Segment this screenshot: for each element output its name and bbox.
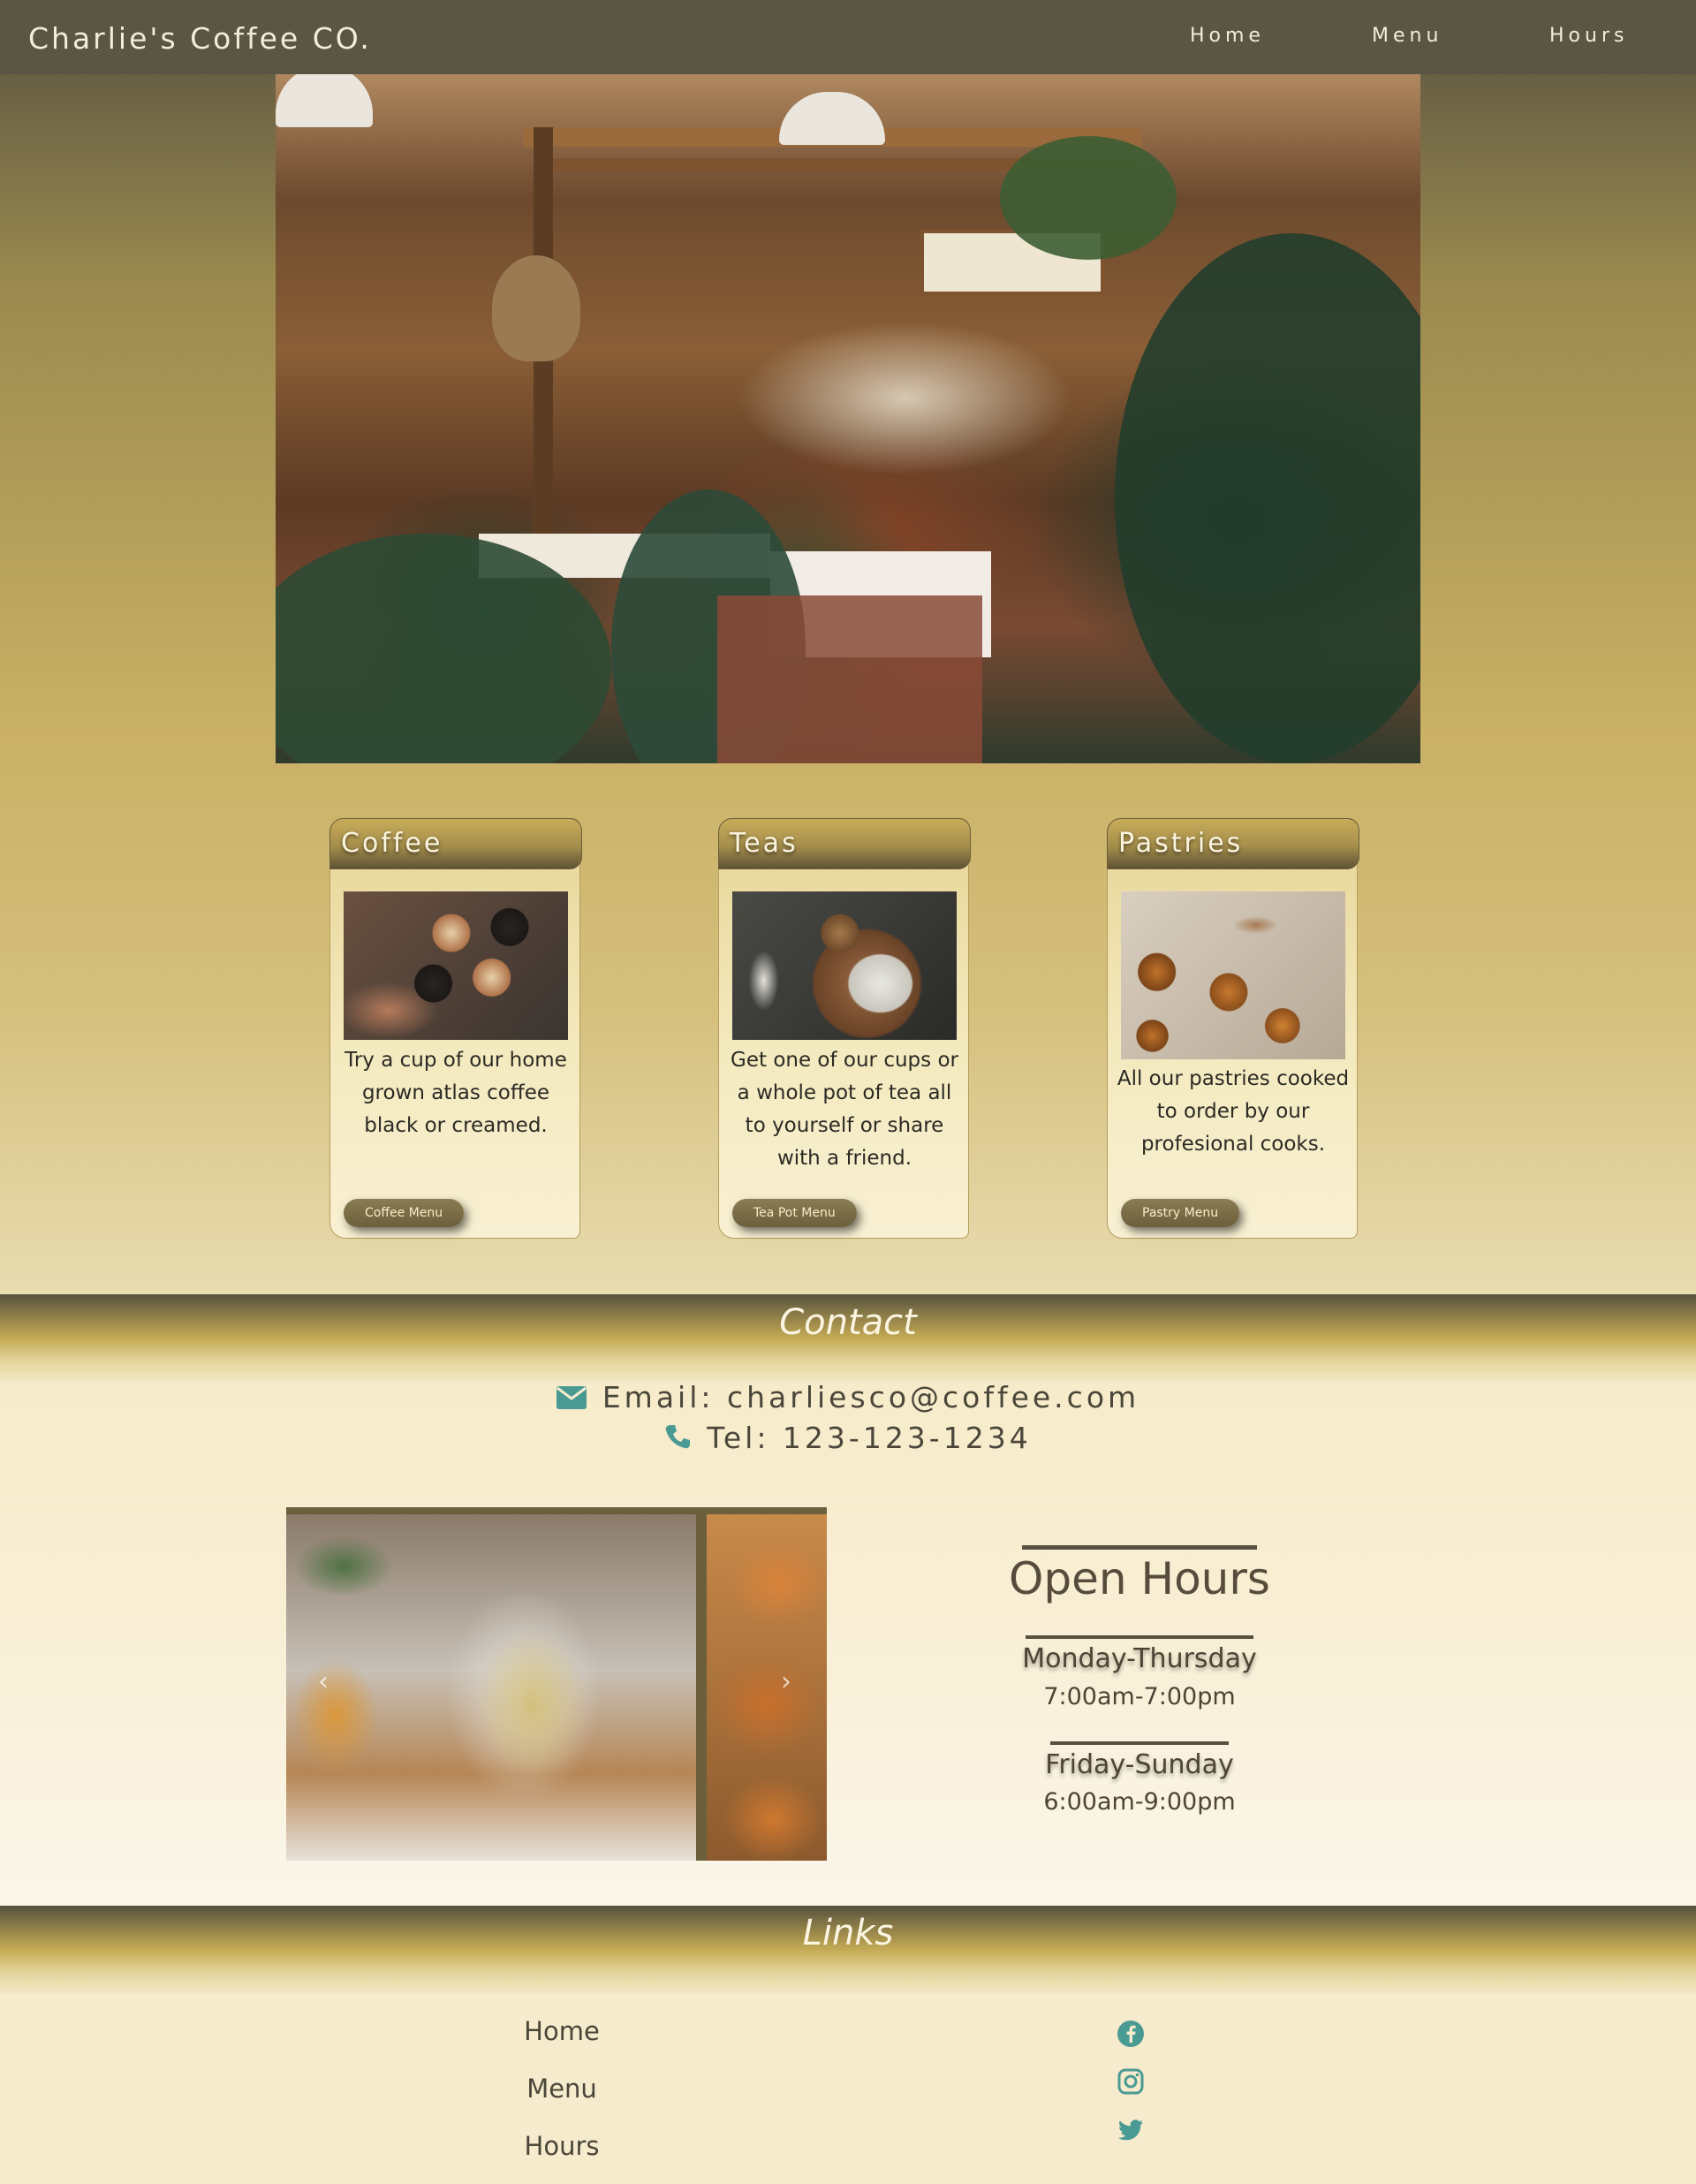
- card-text: Get one of our cups or a whole pot of te…: [731, 1049, 958, 1170]
- links-title: Links: [802, 1913, 894, 1953]
- coffee-image: [344, 891, 568, 1040]
- card-header: Teas: [718, 818, 971, 869]
- footer-link-menu[interactable]: Menu: [473, 2074, 650, 2104]
- card-title: Coffee: [341, 828, 443, 859]
- contact-phone-line: Tel: 123-123-1234: [0, 1421, 1696, 1457]
- card-header: Pastries: [1107, 818, 1359, 869]
- nav-menu[interactable]: Menu: [1372, 25, 1442, 47]
- facebook-icon[interactable]: [1117, 2020, 1145, 2048]
- footer-link-home[interactable]: Home: [473, 2016, 650, 2046]
- card-title: Teas: [730, 828, 799, 859]
- hours-divider: [1022, 1545, 1257, 1550]
- instagram-icon[interactable]: [1117, 2067, 1145, 2096]
- brand-logo[interactable]: Charlie's Coffee CO.: [28, 21, 372, 56]
- hours-weekend: Friday-Sunday: [1045, 1749, 1234, 1780]
- links-section: [0, 1994, 1696, 2184]
- hours-divider: [1050, 1741, 1229, 1745]
- card-pastries: Pastries All our pastries cooked to orde…: [1107, 818, 1359, 1239]
- nav-home[interactable]: Home: [1190, 25, 1265, 47]
- twitter-icon[interactable]: [1117, 2116, 1145, 2144]
- pastry-menu-button[interactable]: Pastry Menu: [1121, 1199, 1240, 1227]
- contact-phone[interactable]: Tel: 123-123-1234: [707, 1421, 1031, 1455]
- pastry-image: [1121, 891, 1345, 1059]
- phone-icon: [664, 1422, 691, 1457]
- tea-image: [732, 891, 957, 1040]
- card-title: Pastries: [1118, 828, 1244, 859]
- hero-image: [276, 74, 1420, 763]
- hours-title: Open Hours: [1009, 1553, 1270, 1604]
- card-text: Try a cup of our home grown atlas coffee…: [344, 1049, 567, 1137]
- coffee-menu-button[interactable]: Coffee Menu: [344, 1199, 465, 1227]
- carousel-slide-tea: [286, 1514, 696, 1861]
- contact-email-line: Email: charliesco@coffee.com: [0, 1380, 1696, 1416]
- carousel-prev-icon[interactable]: ‹: [318, 1666, 329, 1697]
- card-coffee: Coffee Try a cup of our home grown atlas…: [329, 818, 582, 1239]
- card-header: Coffee: [329, 818, 582, 869]
- navbar: Charlie's Coffee CO. Home Menu Hours: [0, 0, 1696, 74]
- image-carousel[interactable]: ‹ ›: [286, 1507, 827, 1861]
- footer-link-hours[interactable]: Hours: [473, 2131, 650, 2161]
- nav-hours[interactable]: Hours: [1549, 25, 1628, 47]
- carousel-slide-croissant: [707, 1514, 827, 1861]
- hours-weekend-time: 6:00am-9:00pm: [1043, 1788, 1236, 1816]
- tea-pot-menu-button[interactable]: Tea Pot Menu: [732, 1199, 857, 1227]
- card-text: All our pastries cooked to order by our …: [1117, 1067, 1350, 1156]
- card-teas: Teas Get one of our cups or a whole pot …: [718, 818, 971, 1239]
- envelope-icon: [556, 1382, 587, 1416]
- contact-title: Contact: [779, 1302, 917, 1343]
- hours-weekday: Monday-Thursday: [1022, 1643, 1257, 1674]
- carousel-next-icon[interactable]: ›: [781, 1666, 791, 1697]
- contact-email[interactable]: Email: charliesco@coffee.com: [602, 1380, 1140, 1414]
- hours-weekday-time: 7:00am-7:00pm: [1043, 1683, 1236, 1710]
- hours-divider: [1026, 1635, 1253, 1639]
